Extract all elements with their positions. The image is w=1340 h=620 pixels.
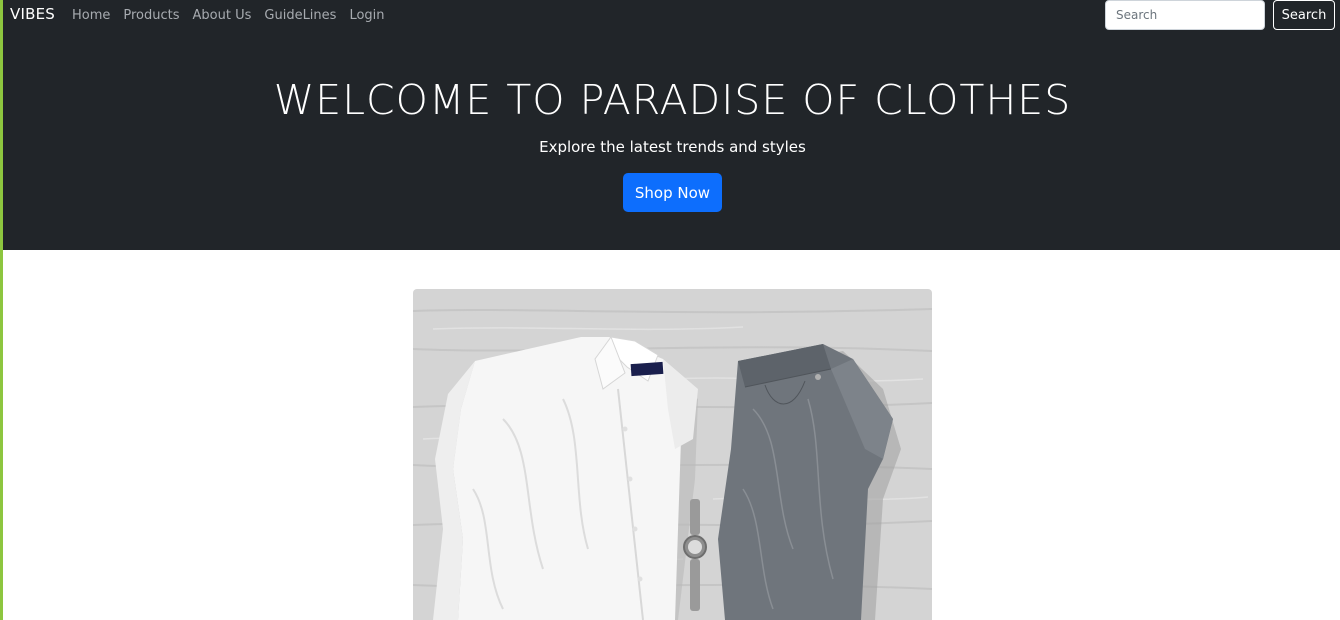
search-button[interactable]: Search [1273,0,1335,30]
nav-link-login[interactable]: Login [349,8,384,23]
search-input[interactable] [1105,0,1265,30]
hero-title: WELCOME TO PARADISE OF CLOTHES [273,76,1072,124]
nav-link-products[interactable]: Products [123,8,179,23]
hero-banner: WELCOME TO PARADISE OF CLOTHES Explore t… [0,32,1340,250]
brand-logo[interactable]: VIBES [10,5,55,23]
hero-subtitle: Explore the latest trends and styles [539,138,806,156]
shop-now-button[interactable]: Shop Now [623,173,722,212]
nav-link-about-us[interactable]: About Us [193,8,252,23]
nav-link-guidelines[interactable]: GuideLines [264,8,336,23]
nav-link-home[interactable]: Home [72,8,110,23]
featured-outfit-image [413,289,932,620]
top-navbar: VIBES Home Products About Us GuideLines … [0,0,1340,32]
left-accent-bar [0,0,3,620]
nav-links: Home Products About Us GuideLines Login [72,8,398,23]
